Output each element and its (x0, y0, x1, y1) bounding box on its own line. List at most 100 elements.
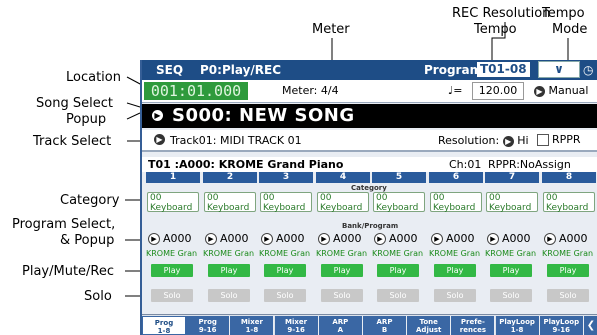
tab-bar: PlayLoop 9-16 PlayLoop 1-8 Prefe-rences Tone A… (142, 314, 597, 335)
tab-arp-b[interactable]: ARP B (363, 316, 407, 335)
solo-button[interactable]: Solo (151, 289, 193, 302)
tab-label-line1: Prog (198, 318, 217, 326)
track-select[interactable]: Track01: MIDI TRACK 01 (170, 134, 302, 147)
clock-icon[interactable]: ◷ (583, 63, 593, 77)
program-select[interactable]: ▶ A000 (431, 232, 475, 245)
resolution-value: Hi (517, 134, 529, 147)
category-name: Keyboard (489, 203, 532, 213)
song-popup-icon[interactable]: ▶ (152, 110, 163, 121)
tab-label-line2: 1-8 (510, 326, 524, 334)
solo-button[interactable]: Solo (321, 289, 363, 302)
program-popup-icon[interactable]: ▶ (431, 233, 443, 245)
program-popup-icon[interactable]: ▶ (544, 233, 556, 245)
tab-mixer-916[interactable]: Mixer 9-16 (274, 316, 319, 335)
location-display[interactable]: 001:01.000 (144, 82, 248, 100)
tab-label-line1: Mixer (240, 318, 263, 326)
category-button[interactable]: 00 Keyboard (147, 192, 199, 213)
solo-button[interactable]: Solo (547, 289, 589, 302)
program-popup-icon[interactable]: ▶ (374, 233, 386, 245)
rppr-checkbox[interactable]: RPPR (537, 133, 581, 146)
program-popup-icon[interactable]: ▶ (487, 233, 499, 245)
category-name: Keyboard (546, 203, 589, 213)
tab-arp-a[interactable]: ARP A (318, 316, 363, 335)
category-number: 00 (433, 193, 445, 203)
tab-playloop-18[interactable]: PlayLoop 1-8 (495, 316, 540, 335)
track-popup-icon[interactable]: ▶ (154, 134, 165, 145)
meter-value: 4/4 (320, 84, 339, 97)
play-mute-rec-button[interactable]: Play (490, 264, 532, 277)
tab-label-line2: rences (459, 326, 487, 334)
program-number: A000 (163, 232, 192, 245)
tab-scroll-left-icon[interactable]: ❮ (584, 316, 597, 335)
resolution[interactable]: Resolution: ▶ Hi (438, 134, 529, 147)
program-name: KROME Gran (372, 249, 424, 258)
page-menu-button[interactable]: ∨ (538, 61, 580, 78)
tab-prog-18[interactable]: Prog 1-8 (142, 316, 186, 335)
program-select[interactable]: ▶ A000 (544, 232, 588, 245)
popup-arrow-icon: ▶ (534, 85, 545, 97)
category-number: 00 (320, 193, 332, 203)
program-name: KROME Gran (542, 249, 594, 258)
track-number: 7 (485, 172, 539, 183)
program-select[interactable]: ▶ A000 (205, 232, 249, 245)
category-name: Keyboard (376, 203, 419, 213)
tab-label-line2: B (381, 326, 388, 334)
tempo-field[interactable]: 120.00 (472, 82, 524, 100)
info-bar: T01 :A000: KROME Grand Piano Ch:01 RPPR:… (142, 157, 597, 172)
play-mute-rec-button[interactable]: Play (377, 264, 419, 277)
tab-label-line1: Prog (154, 319, 174, 327)
meter-label: Meter: (282, 84, 318, 97)
category-button[interactable]: 00 Keyboard (373, 192, 425, 213)
category-button[interactable]: 00 Keyboard (317, 192, 369, 213)
play-mute-rec-button[interactable]: Play (151, 264, 193, 277)
program-popup-icon[interactable]: ▶ (318, 233, 330, 245)
program-number: A000 (276, 232, 305, 245)
tab-mixer-18[interactable]: Mixer 1-8 (230, 316, 275, 335)
solo-button[interactable]: Solo (434, 289, 476, 302)
program-select[interactable]: ▶ A000 (148, 232, 192, 245)
category-button[interactable]: 00 Keyboard (430, 192, 482, 213)
program-popup-icon[interactable]: ▶ (261, 233, 273, 245)
category-number: 00 (489, 193, 501, 203)
tempo-mode-popup[interactable]: ▶ Manual (534, 84, 588, 97)
play-mute-rec-button[interactable]: Play (321, 264, 363, 277)
tab-prefe-rences[interactable]: Prefe-rences (451, 316, 496, 335)
play-mute-rec-button[interactable]: Play (547, 264, 589, 277)
play-mute-rec-button[interactable]: Play (208, 264, 250, 277)
chevron-down-icon: ∨ (554, 62, 564, 76)
play-mute-rec-button[interactable]: Play (264, 264, 306, 277)
tab-prog-916[interactable]: Prog 9-16 (186, 316, 231, 335)
category-button[interactable]: 00 Keyboard (486, 192, 538, 213)
song-name: S000: NEW SONG (172, 105, 355, 126)
location-row: 001:01.000 Meter: 4/4 ♩= 120.00 ▶ Manual (142, 80, 597, 103)
solo-button[interactable]: Solo (208, 289, 250, 302)
category-number: 00 (546, 193, 558, 203)
category-button[interactable]: 00 Keyboard (260, 192, 312, 213)
program-select[interactable]: ▶ A000 (318, 232, 362, 245)
device-screen: SEQ P0:Play/REC Program T01-08 ∨ ◷ 001:0… (140, 60, 597, 335)
current-program: T01 :A000: KROME Grand Piano (148, 158, 344, 171)
program-popup-icon[interactable]: ▶ (148, 233, 160, 245)
program-popup-icon[interactable]: ▶ (205, 233, 217, 245)
category-button[interactable]: 00 Keyboard (543, 192, 595, 213)
program-number: T01-08 (477, 62, 530, 77)
program-number: A000 (389, 232, 418, 245)
meter[interactable]: Meter: 4/4 (282, 84, 339, 97)
tempo-note-icon: ♩= (448, 84, 463, 97)
play-mute-rec-button[interactable]: Play (434, 264, 476, 277)
tab-label-line2: 9-16 (552, 326, 571, 334)
category-name: Keyboard (320, 203, 363, 213)
header-bar: SEQ P0:Play/REC Program T01-08 ∨ ◷ (142, 60, 597, 80)
solo-button[interactable]: Solo (377, 289, 419, 302)
song-select[interactable]: ▶ S000: NEW SONG (142, 104, 597, 128)
program-select[interactable]: ▶ A000 (374, 232, 418, 245)
tab-playloop-916[interactable]: PlayLoop 9-16 (539, 316, 584, 335)
category-button[interactable]: 00 Keyboard (204, 192, 256, 213)
program-select[interactable]: ▶ A000 (487, 232, 531, 245)
solo-button[interactable]: Solo (264, 289, 306, 302)
tab-tone-adjust[interactable]: Tone Adjust (407, 316, 452, 335)
solo-button[interactable]: Solo (490, 289, 532, 302)
tab-label-line2: A (337, 326, 343, 334)
program-select[interactable]: ▶ A000 (261, 232, 305, 245)
track-number: 4 (316, 172, 370, 183)
